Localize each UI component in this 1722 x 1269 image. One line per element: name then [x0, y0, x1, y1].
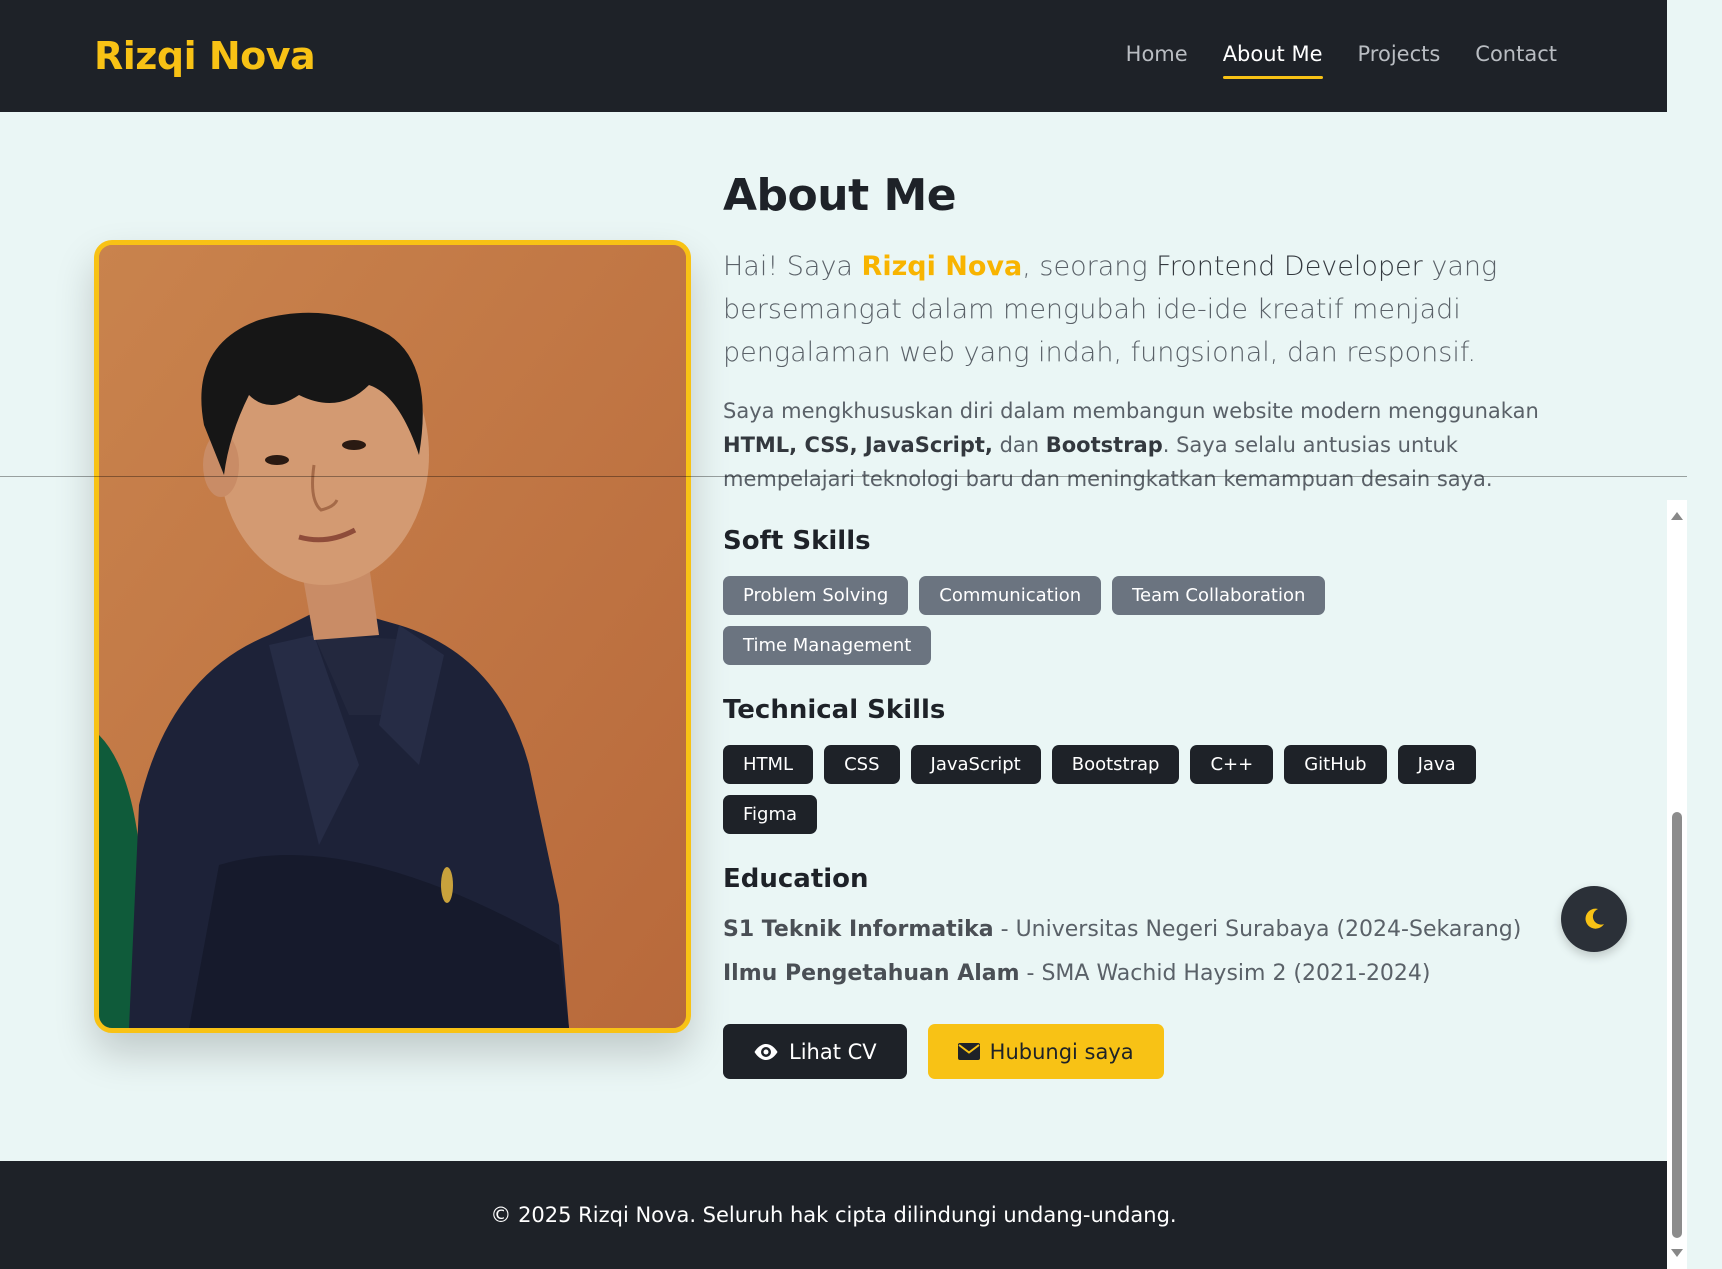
- para-prefix: Saya mengkhususkan diri dalam membangun …: [723, 399, 1539, 423]
- profile-photo: [94, 240, 691, 1033]
- lead-mid: , seorang: [1022, 251, 1157, 282]
- moon-icon: [1585, 908, 1604, 929]
- nav-link-contact[interactable]: Contact: [1475, 42, 1557, 70]
- about-content: About Me Hai! Saya Rizqi Nova, seorang F…: [723, 170, 1583, 1079]
- education-detail: - Universitas Negeri Surabaya (2024-Seka…: [993, 917, 1522, 942]
- contact-me-label: Hubungi saya: [989, 1039, 1134, 1064]
- intro-paragraph: Saya mengkhususkan diri dalam membangun …: [723, 394, 1583, 496]
- brand-logo[interactable]: Rizqi Nova: [94, 34, 316, 78]
- view-cv-label: Lihat CV: [789, 1039, 877, 1064]
- contact-me-button[interactable]: Hubungi saya: [927, 1024, 1164, 1079]
- skill-badge: Team Collaboration: [1112, 576, 1326, 615]
- lead-role: Frontend Developer: [1156, 251, 1423, 282]
- window-margin: [1687, 0, 1722, 1269]
- education-item: Ilmu Pengetahuan Alam - SMA Wachid Haysi…: [723, 952, 1583, 996]
- tech-badge: C++: [1190, 745, 1274, 784]
- para-bootstrap: Bootstrap: [1045, 433, 1163, 457]
- divider-line: [0, 476, 1722, 477]
- education-item: S1 Teknik Informatika - Universitas Nege…: [723, 908, 1583, 952]
- scrollbar[interactable]: [1667, 500, 1687, 1269]
- education-title: Education: [723, 864, 869, 894]
- para-mid: dan: [992, 433, 1046, 457]
- skill-badge: Problem Solving: [723, 576, 909, 615]
- footer: © 2025 Rizqi Nova. Seluruh hak cipta dil…: [0, 1161, 1667, 1269]
- tech-badge: Java: [1397, 745, 1476, 784]
- tech-badge: JavaScript: [910, 745, 1041, 784]
- envelope-icon: [957, 1043, 980, 1060]
- para-tech: HTML, CSS, JavaScript,: [723, 433, 993, 457]
- tech-badge: Figma: [723, 795, 818, 834]
- lead-name: Rizqi Nova: [861, 251, 1023, 282]
- tech-badge: CSS: [824, 745, 900, 784]
- theme-toggle-button[interactable]: [1561, 886, 1627, 952]
- skill-badge: Time Management: [723, 626, 932, 665]
- intro-lead: Hai! Saya Rizqi Nova, seorang Frontend D…: [723, 245, 1583, 374]
- tech-badge: GitHub: [1284, 745, 1387, 784]
- technical-skills-list: HTML CSS JavaScript Bootstrap C++ GitHub…: [723, 745, 1483, 834]
- view-cv-button[interactable]: Lihat CV: [723, 1024, 907, 1079]
- nav-link-home[interactable]: Home: [1126, 42, 1188, 70]
- education-detail: - SMA Wachid Haysim 2 (2021-2024): [1019, 961, 1431, 986]
- copyright-text: © 2025 Rizqi Nova. Seluruh hak cipta dil…: [490, 1203, 1177, 1227]
- scroll-up-arrow-icon[interactable]: [1671, 512, 1683, 520]
- soft-skills-list: Problem Solving Communication Team Colla…: [723, 576, 1483, 665]
- page-title: About Me: [723, 170, 957, 221]
- page: Rizqi Nova Home About Me Projects Contac…: [0, 0, 1667, 1269]
- nav-links: Home About Me Projects Contact: [1126, 42, 1557, 79]
- education-degree: Ilmu Pengetahuan Alam: [723, 961, 1020, 986]
- lead-prefix: Hai! Saya: [723, 251, 862, 282]
- eye-icon: [754, 1043, 778, 1060]
- navbar: Rizqi Nova Home About Me Projects Contac…: [0, 0, 1667, 112]
- nav-link-about[interactable]: About Me: [1222, 42, 1323, 79]
- scroll-down-arrow-icon[interactable]: [1671, 1249, 1683, 1257]
- technical-skills-title: Technical Skills: [723, 695, 946, 725]
- education-list: S1 Teknik Informatika - Universitas Nege…: [723, 908, 1583, 996]
- skill-badge: Communication: [919, 576, 1102, 615]
- soft-skills-title: Soft Skills: [723, 526, 871, 556]
- tech-badge: HTML: [723, 745, 814, 784]
- tech-badge: Bootstrap: [1051, 745, 1180, 784]
- nav-link-projects[interactable]: Projects: [1358, 42, 1441, 70]
- action-buttons: Lihat CV Hubungi saya: [723, 1024, 1583, 1079]
- scrollbar-thumb[interactable]: [1672, 812, 1682, 1238]
- education-degree: S1 Teknik Informatika: [723, 917, 994, 942]
